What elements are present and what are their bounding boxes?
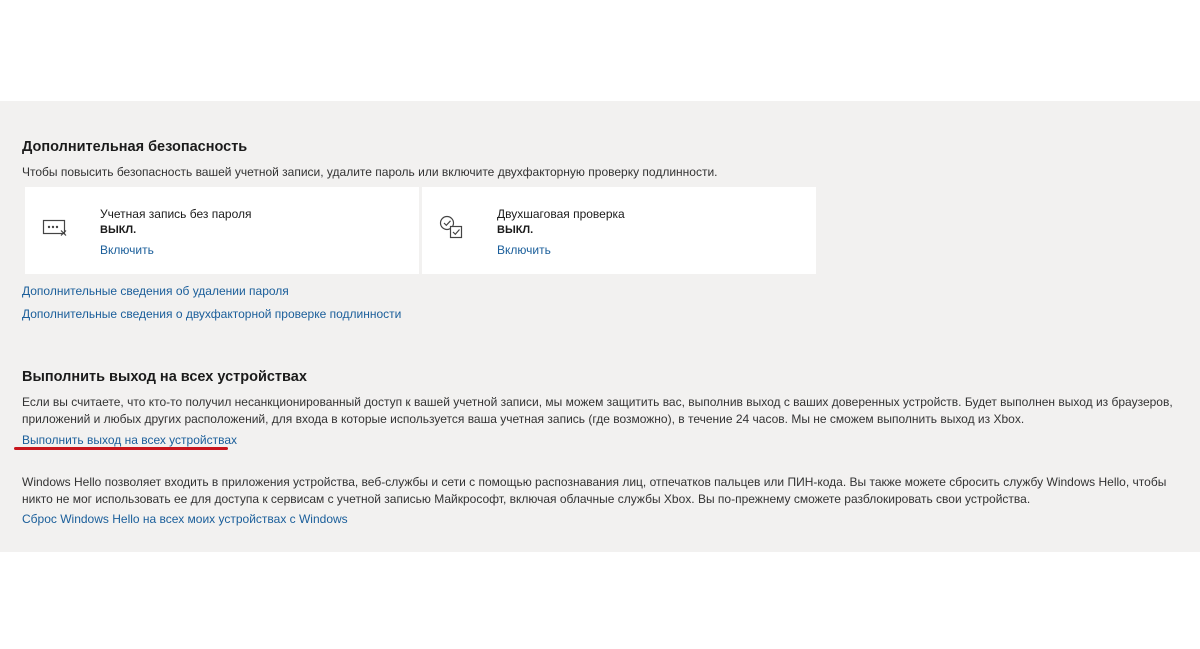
additional-security-description: Чтобы повысить безопасность вашей учетно… bbox=[22, 165, 718, 179]
signout-all-title: Выполнить выход на всех устройствах bbox=[22, 369, 307, 385]
additional-security-title: Дополнительная безопасность bbox=[22, 139, 248, 155]
two-step-card: Двухшаговая проверка ВЫКЛ. Включить bbox=[422, 187, 816, 274]
signout-all-link[interactable]: Выполнить выход на всех устройствах bbox=[22, 433, 237, 447]
passwordless-card-status: ВЫКЛ. bbox=[100, 224, 137, 236]
two-step-card-title: Двухшаговая проверка bbox=[497, 207, 625, 221]
highlight-underline bbox=[14, 447, 228, 450]
password-removal-info-link[interactable]: Дополнительные сведения об удалении паро… bbox=[22, 284, 289, 298]
windows-hello-description: Windows Hello позволяет входить в прилож… bbox=[22, 475, 1167, 506]
two-step-icon bbox=[438, 213, 468, 243]
passwordless-card: Учетная запись без пароля ВЫКЛ. Включить bbox=[25, 187, 419, 274]
passwordless-icon bbox=[41, 213, 71, 243]
passwordless-card-title: Учетная запись без пароля bbox=[100, 207, 252, 221]
two-step-card-status: ВЫКЛ. bbox=[497, 224, 534, 236]
windows-hello-reset-link[interactable]: Сброс Windows Hello на всех моих устройс… bbox=[22, 512, 348, 526]
two-factor-info-link[interactable]: Дополнительные сведения о двухфакторной … bbox=[22, 307, 401, 321]
signout-all-description: Если вы считаете, что кто-то получил нес… bbox=[22, 395, 1173, 426]
two-step-enable-link[interactable]: Включить bbox=[497, 243, 551, 257]
passwordless-enable-link[interactable]: Включить bbox=[100, 243, 154, 257]
